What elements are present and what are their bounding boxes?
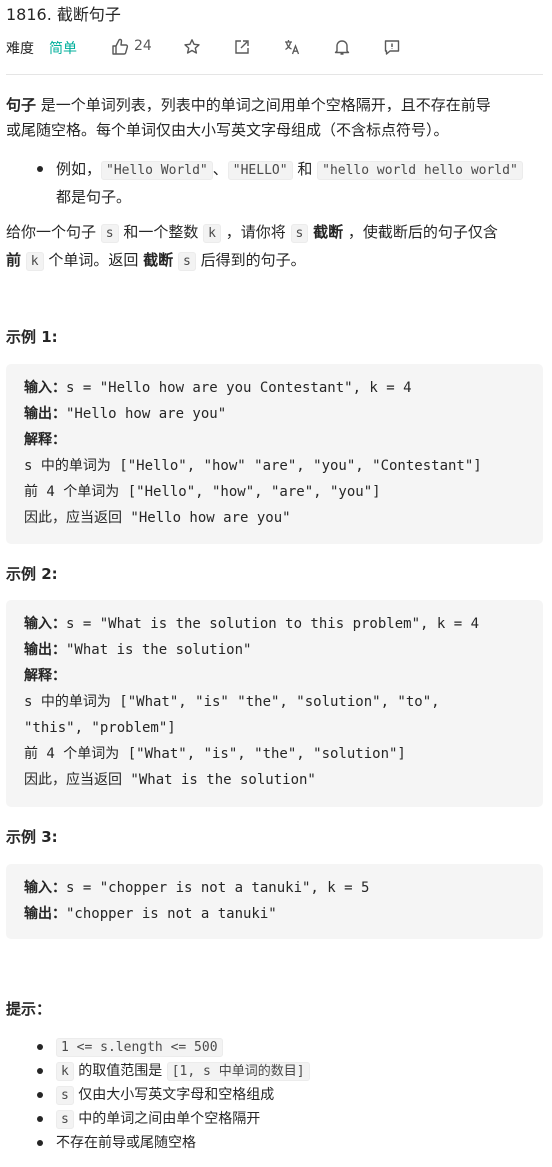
inline-code: k xyxy=(203,224,221,243)
inline-code: s xyxy=(56,1086,74,1105)
hint-text: 仅由大小写英文字母和空格组成 xyxy=(73,1087,275,1103)
example-explain-line: "this", "problem"] xyxy=(24,720,176,736)
list-item-text: 例如， xyxy=(56,160,102,178)
example-input: 输入：s = "chopper is not a tanuki", k = 5 xyxy=(24,875,369,901)
star-icon[interactable] xyxy=(182,37,202,57)
example-explain-line: s 中的单词为 ["Hello", "how" "are", "you", "C… xyxy=(24,458,482,474)
hints-title: 提示： xyxy=(6,1000,52,1018)
example-output: 输出："Hello how are you" xyxy=(24,401,226,427)
example-input: 输入：s = "What is the solution to this pro… xyxy=(24,611,479,637)
inline-code: [1, s 中单词的数目] xyxy=(166,1062,310,1081)
term-sentence: 句子 xyxy=(6,96,37,114)
translate-icon[interactable] xyxy=(282,37,302,57)
problem-page: 1816. 截断句子 难度 简单 24 句子 是一个单词列表，列表中的单词之间用… xyxy=(0,0,552,1167)
description-paragraph-1: 句子 是一个单词列表，列表中的单词之间用单个空格隔开，且不存在前导 或尾随空格。… xyxy=(6,93,546,143)
like-count: 24 xyxy=(134,38,152,54)
description-text: 个单词。返回 xyxy=(43,251,144,269)
description-paragraph-2: 给你一个句子 s 和一个整数 k ，请你将 s 截断 ，使截断后的句子仅含 前 … xyxy=(6,219,546,275)
inline-code: "Hello World" xyxy=(101,161,213,180)
inline-code: s xyxy=(177,252,196,271)
example-explain-line: 因此，应当返回 "What is the solution" xyxy=(24,772,316,788)
output-label: 输出： xyxy=(24,906,66,922)
description-text: ，请你将 xyxy=(220,223,291,241)
list-item-text: 和 xyxy=(292,160,318,178)
inline-code: 1 <= s.length <= 500 xyxy=(56,1038,223,1057)
bell-icon[interactable] xyxy=(332,37,352,57)
input-label: 输入： xyxy=(24,616,66,632)
divider xyxy=(6,74,543,75)
example-explain-line: 因此，应当返回 "Hello how are you" xyxy=(24,510,291,526)
example-block: 输入：s = "Hello how are you Contestant", k… xyxy=(6,364,543,544)
description-text: 和一个整数 xyxy=(118,223,204,241)
example-explain-line: s 中的单词为 ["What", "is" "the", "solution",… xyxy=(24,694,440,710)
difficulty-label: 难度 xyxy=(6,41,34,57)
share-icon[interactable] xyxy=(232,37,252,57)
bold-text: 截断 xyxy=(313,223,344,241)
input-label: 输入： xyxy=(24,880,66,896)
input-label: 输入： xyxy=(24,380,66,396)
list-item-text: 都是句子。 xyxy=(56,188,132,206)
hint-item: 不存在前导或尾随空格 xyxy=(56,1132,196,1154)
bullet-dot xyxy=(37,1092,43,1098)
example-title: 示例 1: xyxy=(6,328,58,346)
example-explain-line: 前 4 个单词为 ["Hello", "how", "are", "you"] xyxy=(24,484,381,500)
output-label: 输出： xyxy=(24,642,66,658)
bullet-dot xyxy=(37,166,43,172)
output-label: 输出： xyxy=(24,406,66,422)
example-title: 示例 2: xyxy=(6,565,58,583)
output-value: "Hello how are you" xyxy=(66,406,227,422)
inline-code: "HELLO" xyxy=(227,161,293,180)
description-text: 给你一个句子 xyxy=(6,223,101,241)
inline-code: k xyxy=(56,1062,74,1081)
explain-label: 解释： xyxy=(24,432,66,448)
problem-meta-bar: 难度 简单 24 xyxy=(6,36,426,58)
problem-title: 1816. 截断句子 xyxy=(6,5,121,24)
description-text: 或尾随空格。每个单词仅由大小写英文字母组成（不含标点符号）。 xyxy=(6,121,449,139)
explain-label: 解释： xyxy=(24,668,66,684)
list-item: 例如， "Hello World"、 "HELLO" 和 "hello world … xyxy=(56,156,546,210)
thumbs-up-icon[interactable] xyxy=(110,37,130,57)
bullet-dot xyxy=(37,1044,43,1050)
hint-text: 中的单词之间由单个空格隔开 xyxy=(73,1111,261,1127)
output-value: "What is the solution" xyxy=(66,642,252,658)
output-value: "chopper is not a tanuki" xyxy=(66,906,277,922)
bold-text: 前 xyxy=(6,251,22,269)
example-output: 输出："What is the solution" xyxy=(24,637,251,663)
description-text: 后得到的句子。 xyxy=(195,251,306,269)
hint-text: 不存在前导或尾随空格 xyxy=(56,1135,196,1151)
hint-item: 1 <= s.length <= 500 xyxy=(56,1036,223,1059)
bullet-dot xyxy=(37,1116,43,1122)
inline-code: s xyxy=(290,224,309,243)
example-title: 示例 3: xyxy=(6,828,58,846)
inline-code: "hello world hello world" xyxy=(317,161,523,180)
example-explain-label: 解释： xyxy=(24,663,66,689)
list-item-text: 、 xyxy=(212,160,228,178)
example-explain-line: 前 4 个单词为 ["What", "is", "the", "solution… xyxy=(24,746,406,762)
bullet-dot xyxy=(37,1140,43,1146)
example-input: 输入：s = "Hello how are you Contestant", k… xyxy=(24,375,412,401)
input-value: s = "chopper is not a tanuki", k = 5 xyxy=(66,880,370,896)
example-explain-label: 解释： xyxy=(24,427,66,453)
description-text: 是一个单词列表，列表中的单词之间用单个空格隔开，且不存在前导 xyxy=(36,96,491,114)
feedback-icon[interactable] xyxy=(382,37,402,57)
hint-item: s 中的单词之间由单个空格隔开 xyxy=(56,1108,260,1131)
inline-code: s xyxy=(56,1110,74,1129)
inline-code: k xyxy=(25,252,44,271)
hint-item: s 仅由大小写英文字母和空格组成 xyxy=(56,1084,274,1107)
input-value: s = "What is the solution to this proble… xyxy=(66,616,480,632)
example-block: 输入：s = "chopper is not a tanuki", k = 5 … xyxy=(6,864,543,939)
hint-text: 的取值范围是 xyxy=(73,1063,167,1079)
description-text: ，使截断后的句子仅含 xyxy=(343,223,498,241)
bold-text: 截断 xyxy=(143,251,174,269)
hint-item: k 的取值范围是 [1, s 中单词的数目] xyxy=(56,1060,310,1083)
bullet-dot xyxy=(37,1068,43,1074)
input-value: s = "Hello how are you Contestant", k = … xyxy=(66,380,412,396)
example-block: 输入：s = "What is the solution to this pro… xyxy=(6,600,543,807)
difficulty-badge: 简单 xyxy=(49,41,77,57)
inline-code: s xyxy=(100,224,119,243)
example-output: 输出："chopper is not a tanuki" xyxy=(24,901,277,927)
